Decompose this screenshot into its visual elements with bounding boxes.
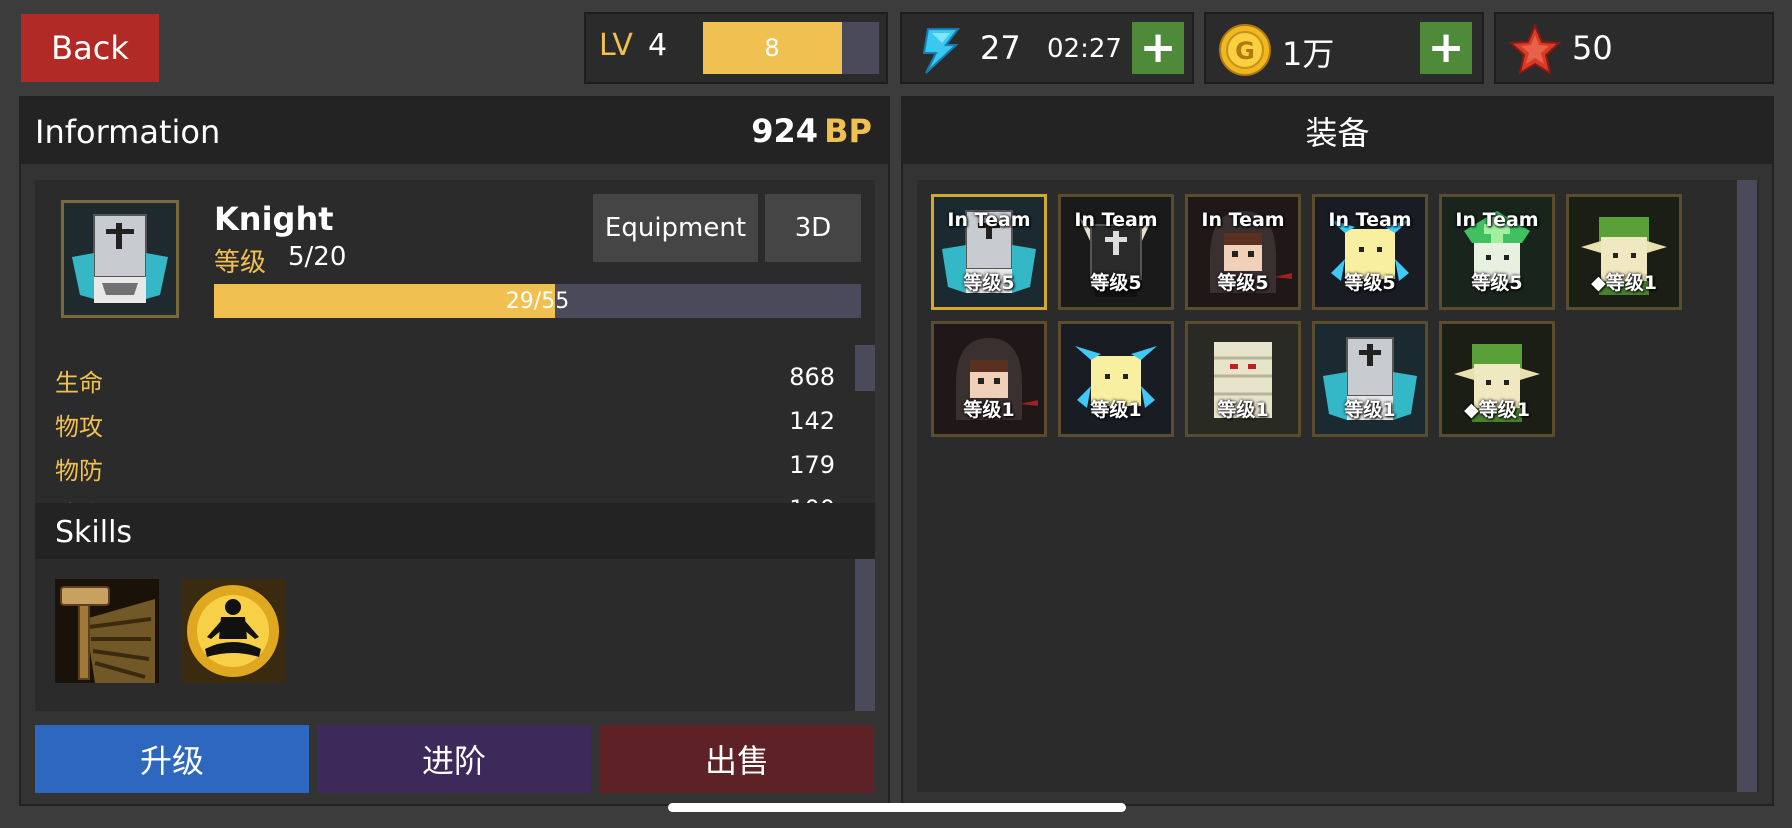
hero-level-value: 5/20 bbox=[288, 242, 347, 272]
unit-level: 等级5 bbox=[963, 272, 1015, 294]
stat-value: 100 bbox=[789, 495, 835, 503]
hammer-fan-skill-icon bbox=[55, 579, 159, 683]
energy-value: 27 bbox=[980, 29, 1021, 67]
unit-card[interactable]: In Team 等级5 bbox=[1058, 194, 1174, 310]
unit-level: 等级5 bbox=[1090, 272, 1142, 294]
unit-level: ◆等级1 bbox=[1464, 399, 1530, 421]
unit-level: 等级5 bbox=[1344, 272, 1396, 294]
coin-box: G 1万 + bbox=[1204, 12, 1484, 84]
in-team-tag: In Team bbox=[1328, 209, 1412, 231]
add-coins-button[interactable]: + bbox=[1420, 22, 1472, 74]
skill-slot[interactable] bbox=[181, 579, 285, 683]
unit-card[interactable]: 等级1 bbox=[1185, 321, 1301, 437]
stats-scrollbar[interactable] bbox=[855, 345, 875, 391]
meditation-skill-icon bbox=[181, 579, 285, 683]
hero-level-label: 等级 bbox=[214, 248, 267, 278]
unit-level: 等级1 bbox=[963, 399, 1015, 421]
unit-card[interactable]: 等级1 bbox=[931, 321, 1047, 437]
view-3d-button[interactable]: 3D bbox=[765, 194, 861, 262]
unit-level: 等级1 bbox=[1217, 399, 1269, 421]
unit-card[interactable]: 等级1 bbox=[1312, 321, 1428, 437]
in-team-tag: In Team bbox=[1455, 209, 1539, 231]
advance-button[interactable]: 进阶 bbox=[317, 725, 591, 793]
skill-slot[interactable] bbox=[55, 579, 159, 683]
stat-name: 物攻 bbox=[55, 413, 103, 441]
unit-level: 等级5 bbox=[1217, 272, 1269, 294]
unit-card[interactable]: ◆等级1 bbox=[1566, 194, 1682, 310]
stat-name: 物防 bbox=[55, 457, 103, 485]
unit-card[interactable]: In Team 等级5 bbox=[1185, 194, 1301, 310]
add-energy-button[interactable]: + bbox=[1132, 22, 1184, 74]
skills-header: Skills bbox=[35, 503, 875, 559]
energy-timer: 02:27 bbox=[1047, 34, 1122, 64]
home-indicator bbox=[668, 803, 1126, 812]
gem-box: 50 bbox=[1494, 12, 1774, 84]
information-header: Information 924 BP bbox=[21, 98, 888, 164]
hero-summary: Knight 等级 5/20 29/55 Equipment 3D bbox=[35, 180, 875, 345]
sell-button[interactable]: 出售 bbox=[600, 725, 874, 793]
hero-xp-bar: 29/55 bbox=[214, 284, 861, 318]
unit-level: 等级1 bbox=[1090, 399, 1142, 421]
lightning-icon bbox=[922, 28, 960, 74]
battle-power-value: 924 bbox=[751, 112, 818, 150]
information-title: Information bbox=[35, 113, 221, 151]
unit-level: ◆等级1 bbox=[1591, 272, 1657, 294]
svg-text:G: G bbox=[1235, 37, 1255, 65]
unit-grid: In Team 等级5 In Team 等级5 In Team 等级5 In Team 等级5… bbox=[917, 180, 1759, 792]
skills-title: Skills bbox=[55, 515, 133, 550]
unit-card[interactable]: In Team 等级5 bbox=[1312, 194, 1428, 310]
equipment-panel-title: 装备 bbox=[903, 98, 1772, 164]
skills-scrollbar[interactable] bbox=[855, 559, 875, 711]
unit-card[interactable]: In Team 等级5 bbox=[931, 194, 1047, 310]
hero-portrait bbox=[61, 200, 179, 318]
stat-name: 生命 bbox=[55, 369, 103, 397]
gem-value: 50 bbox=[1572, 29, 1613, 67]
unit-grid-scrollbar[interactable] bbox=[1737, 180, 1757, 792]
energy-box: 27 02:27 + bbox=[900, 12, 1194, 84]
in-team-tag: In Team bbox=[1201, 209, 1285, 231]
stats-list[interactable]: 生命 868 物攻 142 物防 179 法攻 100 bbox=[35, 345, 875, 503]
knight-portrait-icon bbox=[64, 203, 176, 315]
upgrade-button[interactable]: 升级 bbox=[35, 725, 309, 793]
level-label: LV bbox=[599, 28, 633, 63]
battle-power-label: BP bbox=[824, 112, 872, 150]
hero-name: Knight bbox=[214, 200, 334, 238]
stat-value: 142 bbox=[789, 407, 835, 435]
unit-card[interactable]: ◆等级1 bbox=[1439, 321, 1555, 437]
back-button[interactable]: Back bbox=[21, 14, 159, 82]
unit-level: 等级1 bbox=[1344, 399, 1396, 421]
unit-card[interactable]: 等级1 bbox=[1058, 321, 1174, 437]
red-star-gem-icon bbox=[1508, 23, 1562, 76]
player-xp-text: 8 bbox=[764, 34, 780, 62]
player-xp-bar: 8 bbox=[703, 22, 879, 74]
stat-value: 868 bbox=[789, 363, 835, 391]
in-team-tag: In Team bbox=[947, 209, 1031, 231]
stat-row: 法攻 100 bbox=[55, 487, 835, 503]
stat-name: 法攻 bbox=[55, 495, 103, 503]
equipment-button[interactable]: Equipment bbox=[593, 194, 758, 262]
skills-list bbox=[35, 559, 875, 711]
in-team-tag: In Team bbox=[1074, 209, 1158, 231]
coin-value: 1万 bbox=[1282, 35, 1335, 73]
stat-row: 物防 179 bbox=[55, 443, 835, 487]
unit-level: 等级5 bbox=[1471, 272, 1523, 294]
gold-coin-icon: G bbox=[1219, 24, 1271, 76]
stat-row: 生命 868 bbox=[55, 355, 835, 399]
unit-card[interactable]: In Team 等级5 bbox=[1439, 194, 1555, 310]
level-value: 4 bbox=[648, 28, 668, 63]
stat-value: 179 bbox=[789, 451, 835, 479]
hero-xp-text: 29/55 bbox=[505, 288, 570, 314]
stat-row: 物攻 142 bbox=[55, 399, 835, 443]
player-level-box: LV 4 8 bbox=[584, 12, 888, 84]
